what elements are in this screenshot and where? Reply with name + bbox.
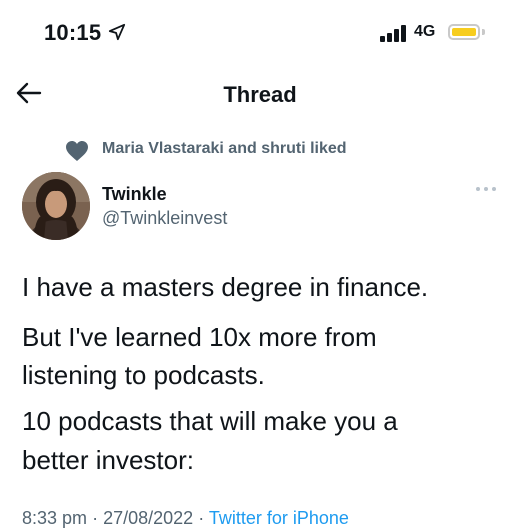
author-handle[interactable]: @Twinkleinvest: [102, 208, 227, 229]
tweet-date: 27/08/2022: [103, 508, 194, 528]
tweet-text-line-4: 10 podcasts that will make you a: [22, 406, 398, 436]
back-arrow-icon[interactable]: [14, 78, 44, 108]
tweet-time: 8:33 pm: [22, 508, 88, 528]
tweet-text-line-5: better investor:: [22, 445, 194, 475]
more-icon[interactable]: [474, 183, 498, 195]
battery-icon: [448, 24, 480, 40]
nav-bar: Thread: [0, 64, 520, 120]
tweet-source-link[interactable]: Twitter for iPhone: [209, 508, 349, 528]
signal-icon: [380, 24, 408, 42]
author-name[interactable]: Twinkle: [102, 184, 167, 205]
battery-cap: [482, 29, 485, 35]
tweet-text-line-1: I have a masters degree in finance.: [22, 272, 429, 302]
liked-by-text[interactable]: Maria Vlastaraki and shruti liked: [102, 140, 347, 158]
status-time: 10:15: [44, 20, 102, 45]
tweet-meta: 8:33 pm · 27/08/2022 · Twitter for iPhon…: [22, 508, 349, 529]
tweet-text-line-3: listening to podcasts.: [22, 360, 265, 390]
avatar-image: [22, 172, 90, 240]
page-title: Thread: [223, 82, 297, 107]
meta-separator: ·: [198, 508, 205, 528]
network-type: 4G: [414, 23, 436, 40]
heart-icon: [66, 141, 88, 161]
tweet-text-line-2: But I've learned 10x more from: [22, 322, 377, 352]
avatar[interactable]: [22, 172, 90, 240]
status-bar: 10:15 4G: [0, 0, 520, 64]
location-arrow-icon: [108, 23, 126, 41]
meta-separator: ·: [92, 508, 99, 528]
